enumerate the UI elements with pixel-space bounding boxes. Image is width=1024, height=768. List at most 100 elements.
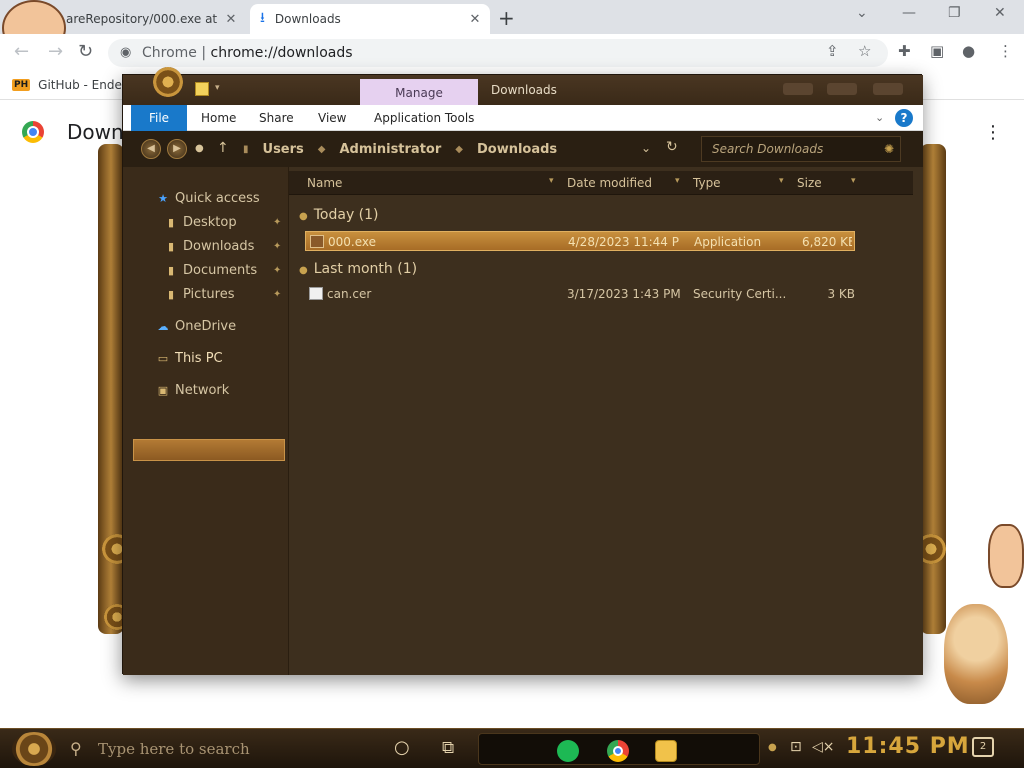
quick-access-toolbar-caret-icon[interactable]: ▾ — [215, 83, 220, 93]
breadcrumb[interactable]: ▮ Users ◆ Administrator ◆ Downloads — [243, 136, 703, 162]
side-panel-icon[interactable]: ▣ — [930, 42, 944, 60]
task-view-icon[interactable]: ⧉ — [442, 738, 454, 758]
group-header-last-month[interactable]: ● Last month (1) — [299, 261, 417, 277]
column-name[interactable]: Name — [307, 176, 342, 190]
file-row[interactable]: 000.exe 4/28/2023 11:44 P Application 6,… — [305, 231, 855, 251]
pin-icon[interactable]: ✦ — [273, 241, 281, 252]
tab-file[interactable]: File — [131, 105, 187, 131]
nav-downloads[interactable]: ▮ Downloads — [163, 239, 254, 254]
address-bar[interactable]: ◉ Chrome | chrome://downloads — [108, 39, 888, 67]
spotify-icon[interactable] — [557, 740, 579, 762]
file-name: 000.exe — [328, 235, 377, 249]
new-tab-button[interactable]: + — [498, 6, 515, 30]
menu-icon[interactable]: ⋮ — [998, 42, 1013, 60]
pin-icon[interactable]: ✦ — [273, 265, 281, 276]
forward-icon[interactable]: ▶ — [167, 139, 187, 159]
back-icon[interactable]: ◀ — [141, 139, 161, 159]
back-icon[interactable]: ← — [14, 41, 29, 62]
chrome-logo-icon — [22, 121, 44, 143]
address-dropdown-icon[interactable]: ⌄ — [641, 141, 651, 155]
tab-manage[interactable]: Manage — [360, 79, 478, 105]
tab-application-tools[interactable]: Application Tools — [374, 105, 474, 131]
cortana-icon[interactable]: ○ — [394, 737, 410, 758]
tab-view[interactable]: View — [318, 105, 346, 131]
address-bar-row: ◀ ▶ ● ↑ ▮ Users ◆ Administrator ◆ Downlo… — [123, 131, 923, 167]
nav-desktop[interactable]: ▮ Desktop — [163, 215, 237, 230]
ribbon-tabs: File Home Share View Application Tools ⌄… — [123, 105, 923, 131]
nav-quick-access[interactable]: ★ Quick access — [155, 191, 260, 206]
clock[interactable]: 11:45 PM — [846, 734, 970, 759]
cartoon-face-icon — [988, 524, 1024, 588]
close-icon[interactable]: ✕ — [466, 12, 484, 27]
tab-share[interactable]: Share — [259, 105, 294, 131]
group-label: Last month (1) — [313, 261, 418, 277]
search-icon[interactable]: ✺ — [884, 137, 894, 161]
breadcrumb-users[interactable]: Users — [263, 142, 304, 157]
breadcrumb-separator-icon: ▮ — [243, 143, 249, 155]
tab-home[interactable]: Home — [201, 105, 236, 131]
share-icon[interactable]: ⇪ — [826, 42, 839, 60]
file-list: Name ▾ Date modified ▾ Type ▾ Size ▾ ● To… — [289, 167, 923, 675]
nav-network[interactable]: ▣ Network — [155, 383, 229, 398]
file-explorer-icon[interactable] — [655, 740, 677, 762]
nav-label: Desktop — [183, 215, 237, 230]
nav-selection-highlight — [133, 439, 285, 461]
expand-ribbon-icon[interactable]: ⌄ — [875, 111, 884, 124]
bookmark-star-icon[interactable]: ☆ — [858, 42, 871, 60]
sort-caret-icon[interactable]: ▾ — [675, 176, 680, 186]
omnibox-separator: | — [196, 45, 211, 61]
navigation-pane: ★ Quick access ▮ Desktop ✦ ▮ Downloads ✦ ▮ D… — [123, 167, 289, 675]
column-size[interactable]: Size — [797, 176, 822, 190]
search-input[interactable]: Search Downloads ✺ — [701, 136, 901, 162]
restore-button[interactable]: ❐ — [948, 5, 961, 21]
recent-locations-icon[interactable]: ● — [195, 143, 204, 154]
up-arrow-icon[interactable]: ↑ — [217, 140, 229, 156]
close-window-button[interactable]: ✕ — [994, 5, 1006, 21]
start-button[interactable] — [12, 732, 56, 766]
chrome-icon[interactable] — [607, 740, 629, 762]
nav-documents[interactable]: ▮ Documents — [163, 263, 257, 278]
browser-toolbar: ← → ↻ ◉ Chrome | chrome://downloads ⇪ ☆ … — [0, 34, 1024, 72]
refresh-icon[interactable]: ↻ — [666, 139, 678, 155]
maximize-button[interactable] — [827, 83, 857, 95]
tab-title: areRepository/000.exe at — [66, 12, 218, 26]
network-status-icon[interactable]: ⊡ — [790, 739, 802, 755]
sort-caret-icon[interactable]: ▾ — [851, 176, 856, 186]
more-options-icon[interactable]: ⋮ — [984, 122, 1002, 143]
network-icon: ▣ — [157, 384, 169, 397]
file-type: Application — [694, 235, 762, 249]
pin-icon[interactable]: ✦ — [273, 217, 281, 228]
column-date-modified[interactable]: Date modified — [567, 176, 652, 190]
notifications-icon[interactable]: 2 — [972, 737, 994, 757]
taskbar: ⚲ Type here to search ○ ⧉ ● ⊡ ◁× 11:45 P… — [0, 728, 1024, 768]
sort-caret-icon[interactable]: ▾ — [549, 176, 554, 186]
column-type[interactable]: Type — [693, 176, 721, 190]
volume-muted-icon[interactable]: ◁× — [812, 739, 835, 755]
tab-search-icon[interactable]: ⌄ — [856, 5, 868, 21]
breadcrumb-downloads[interactable]: Downloads — [477, 142, 557, 157]
taskbar-search-input[interactable]: ⚲ Type here to search — [64, 733, 374, 765]
pin-icon[interactable]: ✦ — [273, 289, 281, 300]
folder-icon[interactable] — [195, 82, 209, 96]
tab-repository[interactable]: areRepository/000.exe at ✕ — [60, 4, 246, 34]
nav-onedrive[interactable]: ☁ OneDrive — [155, 319, 237, 334]
nav-pictures[interactable]: ▮ Pictures — [163, 287, 235, 302]
sort-caret-icon[interactable]: ▾ — [779, 176, 784, 186]
minimize-button[interactable] — [783, 83, 813, 95]
reload-icon[interactable]: ↻ — [78, 41, 93, 62]
help-icon[interactable]: ? — [895, 109, 913, 127]
close-window-button[interactable] — [873, 83, 903, 95]
nav-label: Documents — [183, 263, 258, 278]
tab-downloads[interactable]: ⭳ Downloads ✕ — [250, 4, 490, 34]
minimize-button[interactable]: — — [902, 5, 916, 21]
group-header-today[interactable]: ● Today (1) — [299, 207, 379, 223]
extensions-icon[interactable]: ✚ — [898, 42, 911, 60]
forward-icon[interactable]: → — [48, 41, 63, 62]
close-icon[interactable]: ✕ — [222, 12, 240, 27]
file-row[interactable]: can.cer 3/17/2023 1:43 PM Security Certi… — [305, 284, 855, 304]
nav-this-pc[interactable]: ▭ This PC — [155, 351, 223, 366]
show-hidden-icons-icon[interactable]: ● — [768, 742, 777, 753]
breadcrumb-administrator[interactable]: Administrator — [339, 142, 441, 157]
bookmark-github[interactable]: PH GitHub - Ender — [12, 78, 127, 92]
profile-icon[interactable]: ● — [962, 42, 975, 60]
